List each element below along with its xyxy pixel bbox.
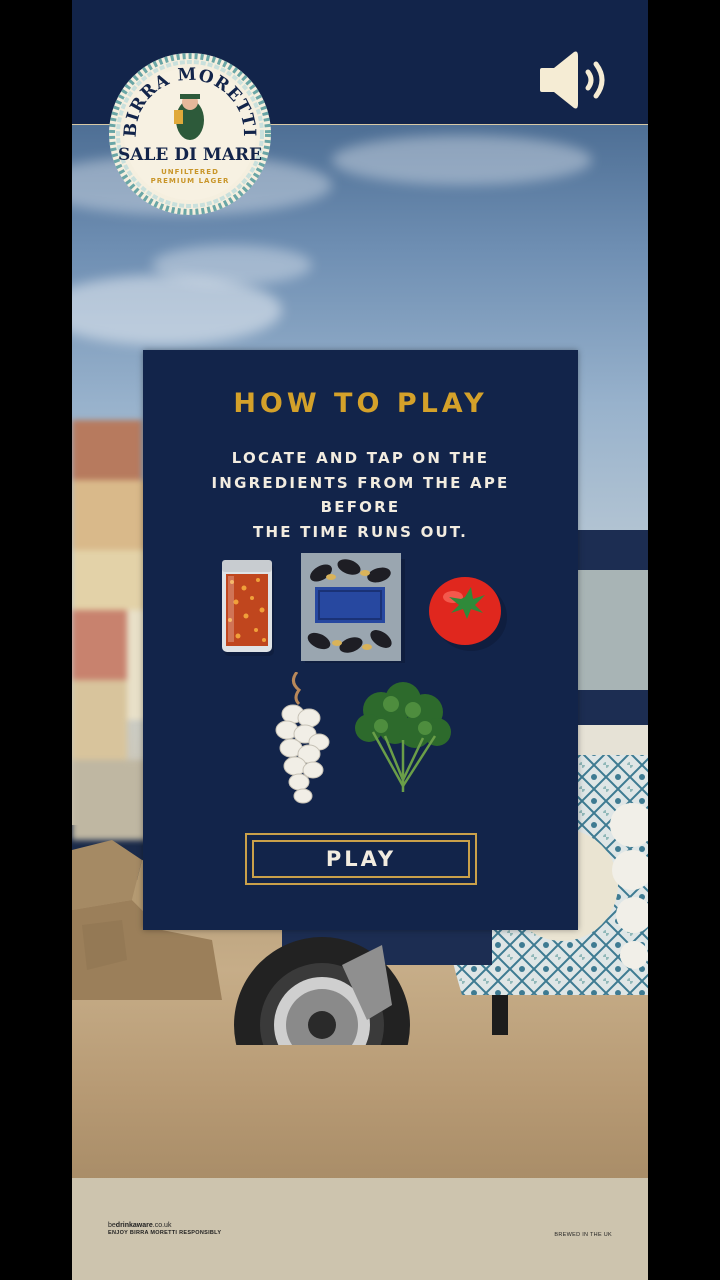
chilli-flakes-jar-icon [222,560,274,656]
birra-moretti-logo: BIRRA MORETTI SALE DI MARE UNFILTERED PR… [108,52,272,216]
garlic-braid-icon [275,672,330,804]
how-to-play-panel: HOW TO PLAY LOCATE AND TAP ON THE INGRED… [143,350,578,930]
how-to-play-title: HOW TO PLAY [233,388,488,419]
instructions-line-2: INGREDIENTS FROM THE APE BEFORE [211,473,510,517]
sound-toggle-button[interactable] [534,48,614,112]
instructions-text: LOCATE AND TAP ON THE INGREDIENTS FROM T… [173,446,548,544]
drinkaware-notice: bedrinkaware.co.uk ENJOY BIRRA MORETTI R… [108,1222,221,1236]
logo-product: SALE DI MARE [118,145,262,165]
tomato-icon [429,577,507,651]
instructions-line-1: LOCATE AND TAP ON THE [231,449,490,467]
brewed-in-uk-text: BREWED IN THE UK [554,1232,612,1238]
play-button[interactable]: PLAY [245,833,477,885]
responsibly-text: ENJOY BIRRA MORETTI RESPONSIBLY [108,1230,222,1236]
logo-sub-line-2: PREMIUM LAGER [151,177,230,185]
drinkaware-link[interactable]: bedrinkaware.co.uk [108,1222,221,1229]
play-button-label: PLAY [325,847,397,871]
game-stage: BIRRA MORETTI SALE DI MARE UNFILTERED PR… [72,0,648,1280]
instructions-line-3: THE TIME RUNS OUT. [253,522,468,541]
speaker-volume-icon [540,51,605,109]
mussels-bag-icon [301,553,405,663]
parsley-icon [355,682,451,792]
logo-sub-line-1: UNFILTERED [161,168,219,176]
